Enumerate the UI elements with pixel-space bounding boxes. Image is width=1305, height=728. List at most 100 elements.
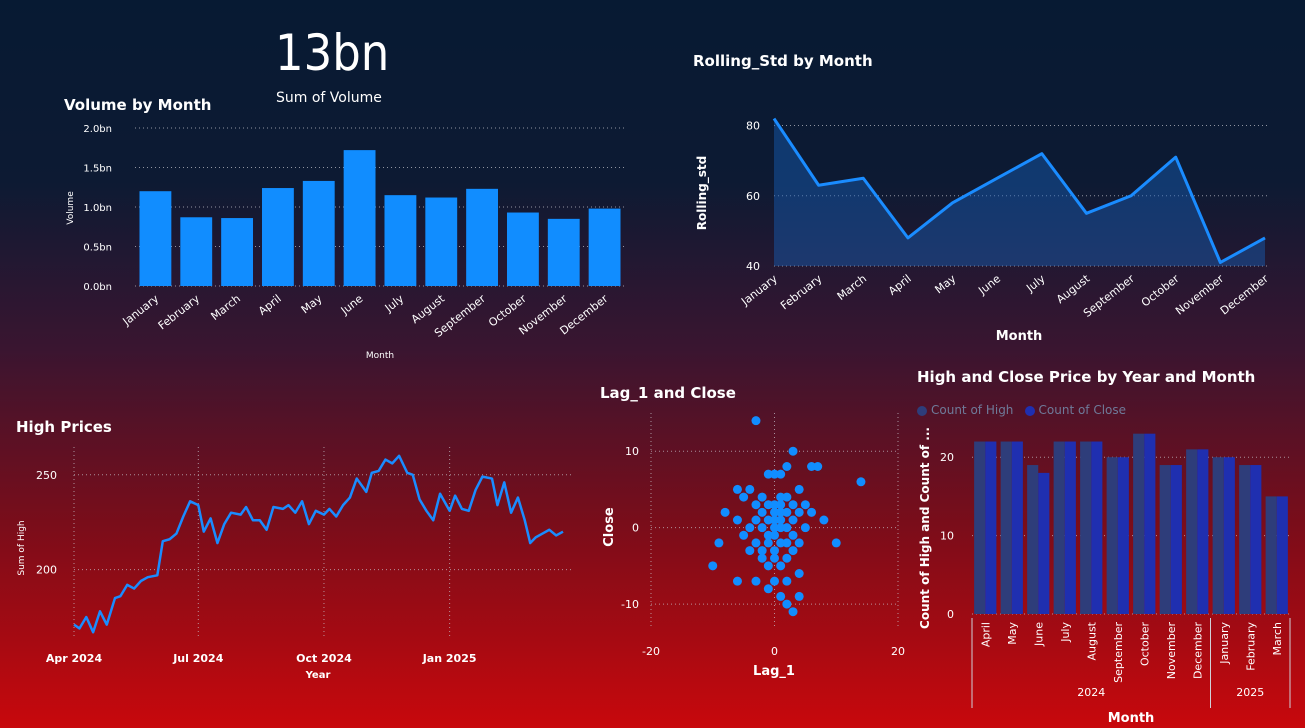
hc-y-axis-label: Count of High and Count of ... — [918, 427, 932, 629]
scatter-point — [763, 584, 773, 594]
scatter-point — [813, 462, 823, 471]
scatter-point — [745, 523, 755, 533]
scatter-point — [757, 507, 767, 517]
rolling-x-tick: August — [1054, 272, 1093, 306]
volume-bar — [384, 195, 417, 286]
rolling-x-tick: December — [1218, 272, 1271, 318]
scatter-point — [745, 484, 755, 494]
scatter-point — [782, 507, 792, 517]
scatter-point — [782, 492, 792, 502]
hc-bar — [1027, 465, 1039, 614]
rolling-y-tick: 80 — [746, 120, 760, 133]
legend-item-close[interactable]: Count of Close — [1024, 403, 1126, 417]
rolling-x-tick: April — [886, 272, 914, 298]
scatter-y-tick: 10 — [625, 445, 639, 458]
scatter-point — [800, 500, 810, 510]
scatter-point — [714, 538, 724, 548]
hc-legend: Count of High Count of Close — [917, 399, 1132, 418]
legend-close-swatch — [1024, 405, 1035, 416]
scatter-point — [770, 576, 779, 586]
rolling-chart-title: Rolling_Std by Month — [693, 52, 873, 70]
hc-bar — [974, 441, 986, 614]
scatter-point — [739, 492, 749, 502]
high-x-tick: Oct 2024 — [296, 652, 352, 665]
scatter-point — [739, 530, 749, 540]
hc-x-tick: September — [1112, 622, 1125, 683]
rolling-y-tick: 60 — [746, 190, 760, 203]
hc-x-tick: April — [979, 622, 992, 647]
volume-bar — [221, 218, 254, 286]
scatter-point — [794, 569, 804, 578]
hc-x-tick: August — [1085, 621, 1098, 660]
scatter-y-tick: 0 — [632, 522, 639, 535]
scatter-point — [757, 492, 767, 502]
volume-bar — [547, 218, 580, 286]
volume-x-tick: March — [208, 292, 242, 323]
volume-y-tick: 2.0bn — [83, 124, 112, 135]
volume-y-tick: 0.0bn — [83, 282, 112, 293]
hc-bar — [985, 441, 997, 614]
volume-chart-title: Volume by Month — [64, 96, 212, 114]
hc-bar — [1265, 496, 1277, 614]
volume-bar — [506, 212, 539, 286]
rolling-x-tick: February — [778, 272, 825, 313]
volume-y-tick: 0.5bn — [83, 243, 112, 254]
scatter-point — [776, 469, 786, 479]
high-close-grouped-bar-chart[interactable]: Count of High and Count of ... Month 0 10… — [912, 418, 1302, 728]
hc-bar — [1106, 457, 1118, 614]
hc-chart-title: High and Close Price by Year and Month — [917, 368, 1256, 386]
scatter-point — [819, 515, 829, 525]
hc-bar — [1212, 457, 1224, 614]
volume-bar-chart[interactable]: Volume Month 0.0bn0.5bn1.0bn1.5bn2.0bnJa… — [60, 118, 640, 368]
high-y-axis-label: Sum of High — [17, 520, 27, 575]
hc-x-tick: October — [1138, 622, 1151, 666]
scatter-point — [732, 484, 742, 494]
hc-bar — [1159, 465, 1171, 614]
volume-y-axis-label: Volume — [66, 191, 76, 225]
scatter-x-tick: -20 — [642, 645, 660, 658]
rolling-x-tick: October — [1139, 272, 1182, 310]
scatter-point — [776, 561, 786, 571]
hc-bar — [1144, 433, 1156, 614]
kpi-value: 13bn — [275, 24, 390, 82]
volume-x-tick: July — [382, 292, 407, 315]
hc-bar — [1000, 441, 1012, 614]
legend-item-high[interactable]: Count of High — [917, 403, 1013, 417]
rolling-x-tick: January — [738, 272, 780, 309]
hc-x-axis-label: Month — [1108, 711, 1155, 726]
scatter-point — [800, 523, 810, 533]
scatter-x-axis-label: Lag_1 — [753, 664, 795, 679]
rolling-area-chart[interactable]: Rolling_std Month 40 60 80 JanuaryFebruary M… — [690, 100, 1300, 350]
scatter-point — [856, 477, 866, 487]
volume-bar — [302, 180, 335, 286]
rolling-x-tick: July — [1023, 272, 1048, 295]
high-prices-line-chart[interactable]: Sum of High Year 200 250 Apr 2024 Jul 2024 O… — [10, 440, 580, 690]
hc-x-tick: February — [1244, 622, 1257, 671]
hc-bar — [1117, 457, 1129, 614]
scatter-point — [770, 553, 779, 563]
high-x-tick: Jul 2024 — [172, 652, 223, 665]
scatter-point — [751, 500, 761, 510]
scatter-point — [831, 538, 841, 548]
hc-bar — [1197, 449, 1209, 614]
hc-x-tick: November — [1165, 622, 1178, 680]
scatter-point — [794, 591, 804, 601]
high-x-tick: Apr 2024 — [46, 652, 103, 665]
scatter-point — [788, 515, 798, 525]
high-line — [73, 454, 564, 634]
scatter-point — [782, 553, 792, 563]
lag-close-scatter-chart[interactable]: Close Lag_1 10 0 -10 -20 0 20 — [595, 405, 915, 685]
scatter-point — [788, 530, 798, 540]
rolling-x-tick: June — [975, 272, 1003, 298]
scatter-point — [757, 523, 767, 533]
hc-bar — [1053, 441, 1065, 614]
hc-bar — [1064, 441, 1076, 614]
volume-x-tick: February — [156, 292, 203, 333]
high-y-tick: 200 — [36, 564, 57, 577]
rolling-x-tick: March — [835, 272, 869, 303]
high-chart-title: High Prices — [16, 418, 112, 436]
scatter-point — [732, 576, 742, 586]
volume-x-tick: June — [338, 292, 366, 318]
hc-year-label: 2024 — [1077, 686, 1105, 699]
hc-x-tick: December — [1191, 622, 1204, 680]
